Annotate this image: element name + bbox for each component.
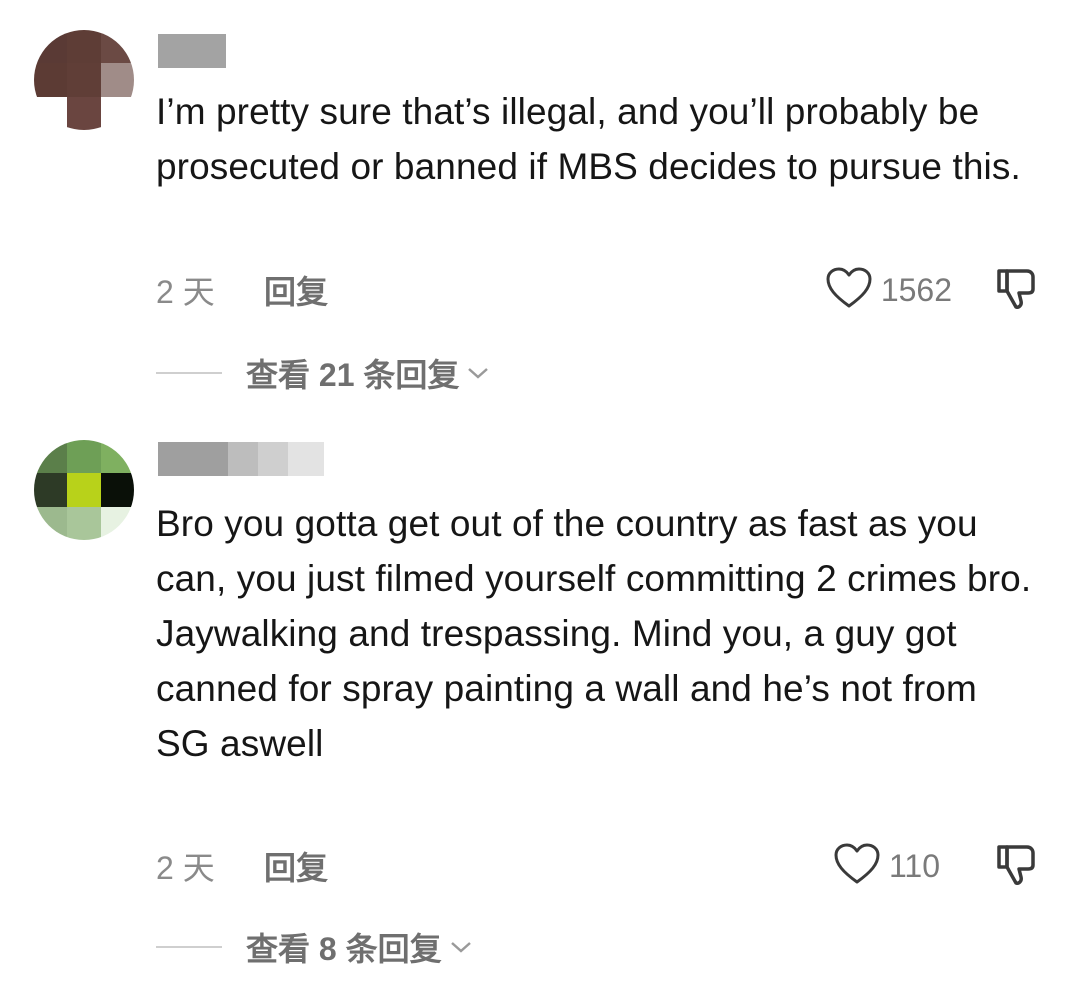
heart-outline-icon [833,842,881,891]
username-blurred[interactable] [158,442,324,476]
avatar[interactable] [34,30,134,130]
comment-meta: 2 天 回复 1562 [156,266,1040,315]
view-replies-label: 查看 8 条回复 [246,931,442,967]
dislike-button[interactable] [992,842,1040,890]
comment-meta: 2 天 回复 110 [156,842,1040,891]
view-replies-button[interactable]: 查看 8 条回复 [156,924,472,970]
divider-line [156,372,222,374]
thumbs-down-icon [993,841,1039,892]
heart-outline-icon [825,266,873,315]
reply-button[interactable]: 回复 [264,843,328,889]
reply-button[interactable]: 回复 [264,267,328,313]
dislike-button[interactable] [992,266,1040,314]
view-replies-button[interactable]: 查看 21 条回复 [156,350,489,396]
like-count: 1562 [880,271,952,308]
like-button[interactable]: 110 [833,842,940,891]
chevron-down-icon [450,940,472,954]
like-count: 110 [888,847,940,884]
divider-line [156,946,222,948]
chevron-down-icon [467,366,489,380]
avatar[interactable] [34,440,134,540]
like-button[interactable]: 1562 [825,266,952,315]
username-blurred[interactable] [158,34,226,68]
thumbs-down-icon [993,265,1039,316]
comment-time: 2 天 [156,274,215,310]
comment-time: 2 天 [156,850,215,886]
comment-item-2: Bro you gotta get out of the country as … [0,430,1080,990]
view-replies-label: 查看 21 条回复 [246,357,460,393]
comment-item-1: I’m pretty sure that’s illegal, and you’… [0,0,1080,400]
comment-text: Bro you gotta get out of the country as … [156,503,1032,764]
comment-text: I’m pretty sure that’s illegal, and you’… [156,91,1021,187]
